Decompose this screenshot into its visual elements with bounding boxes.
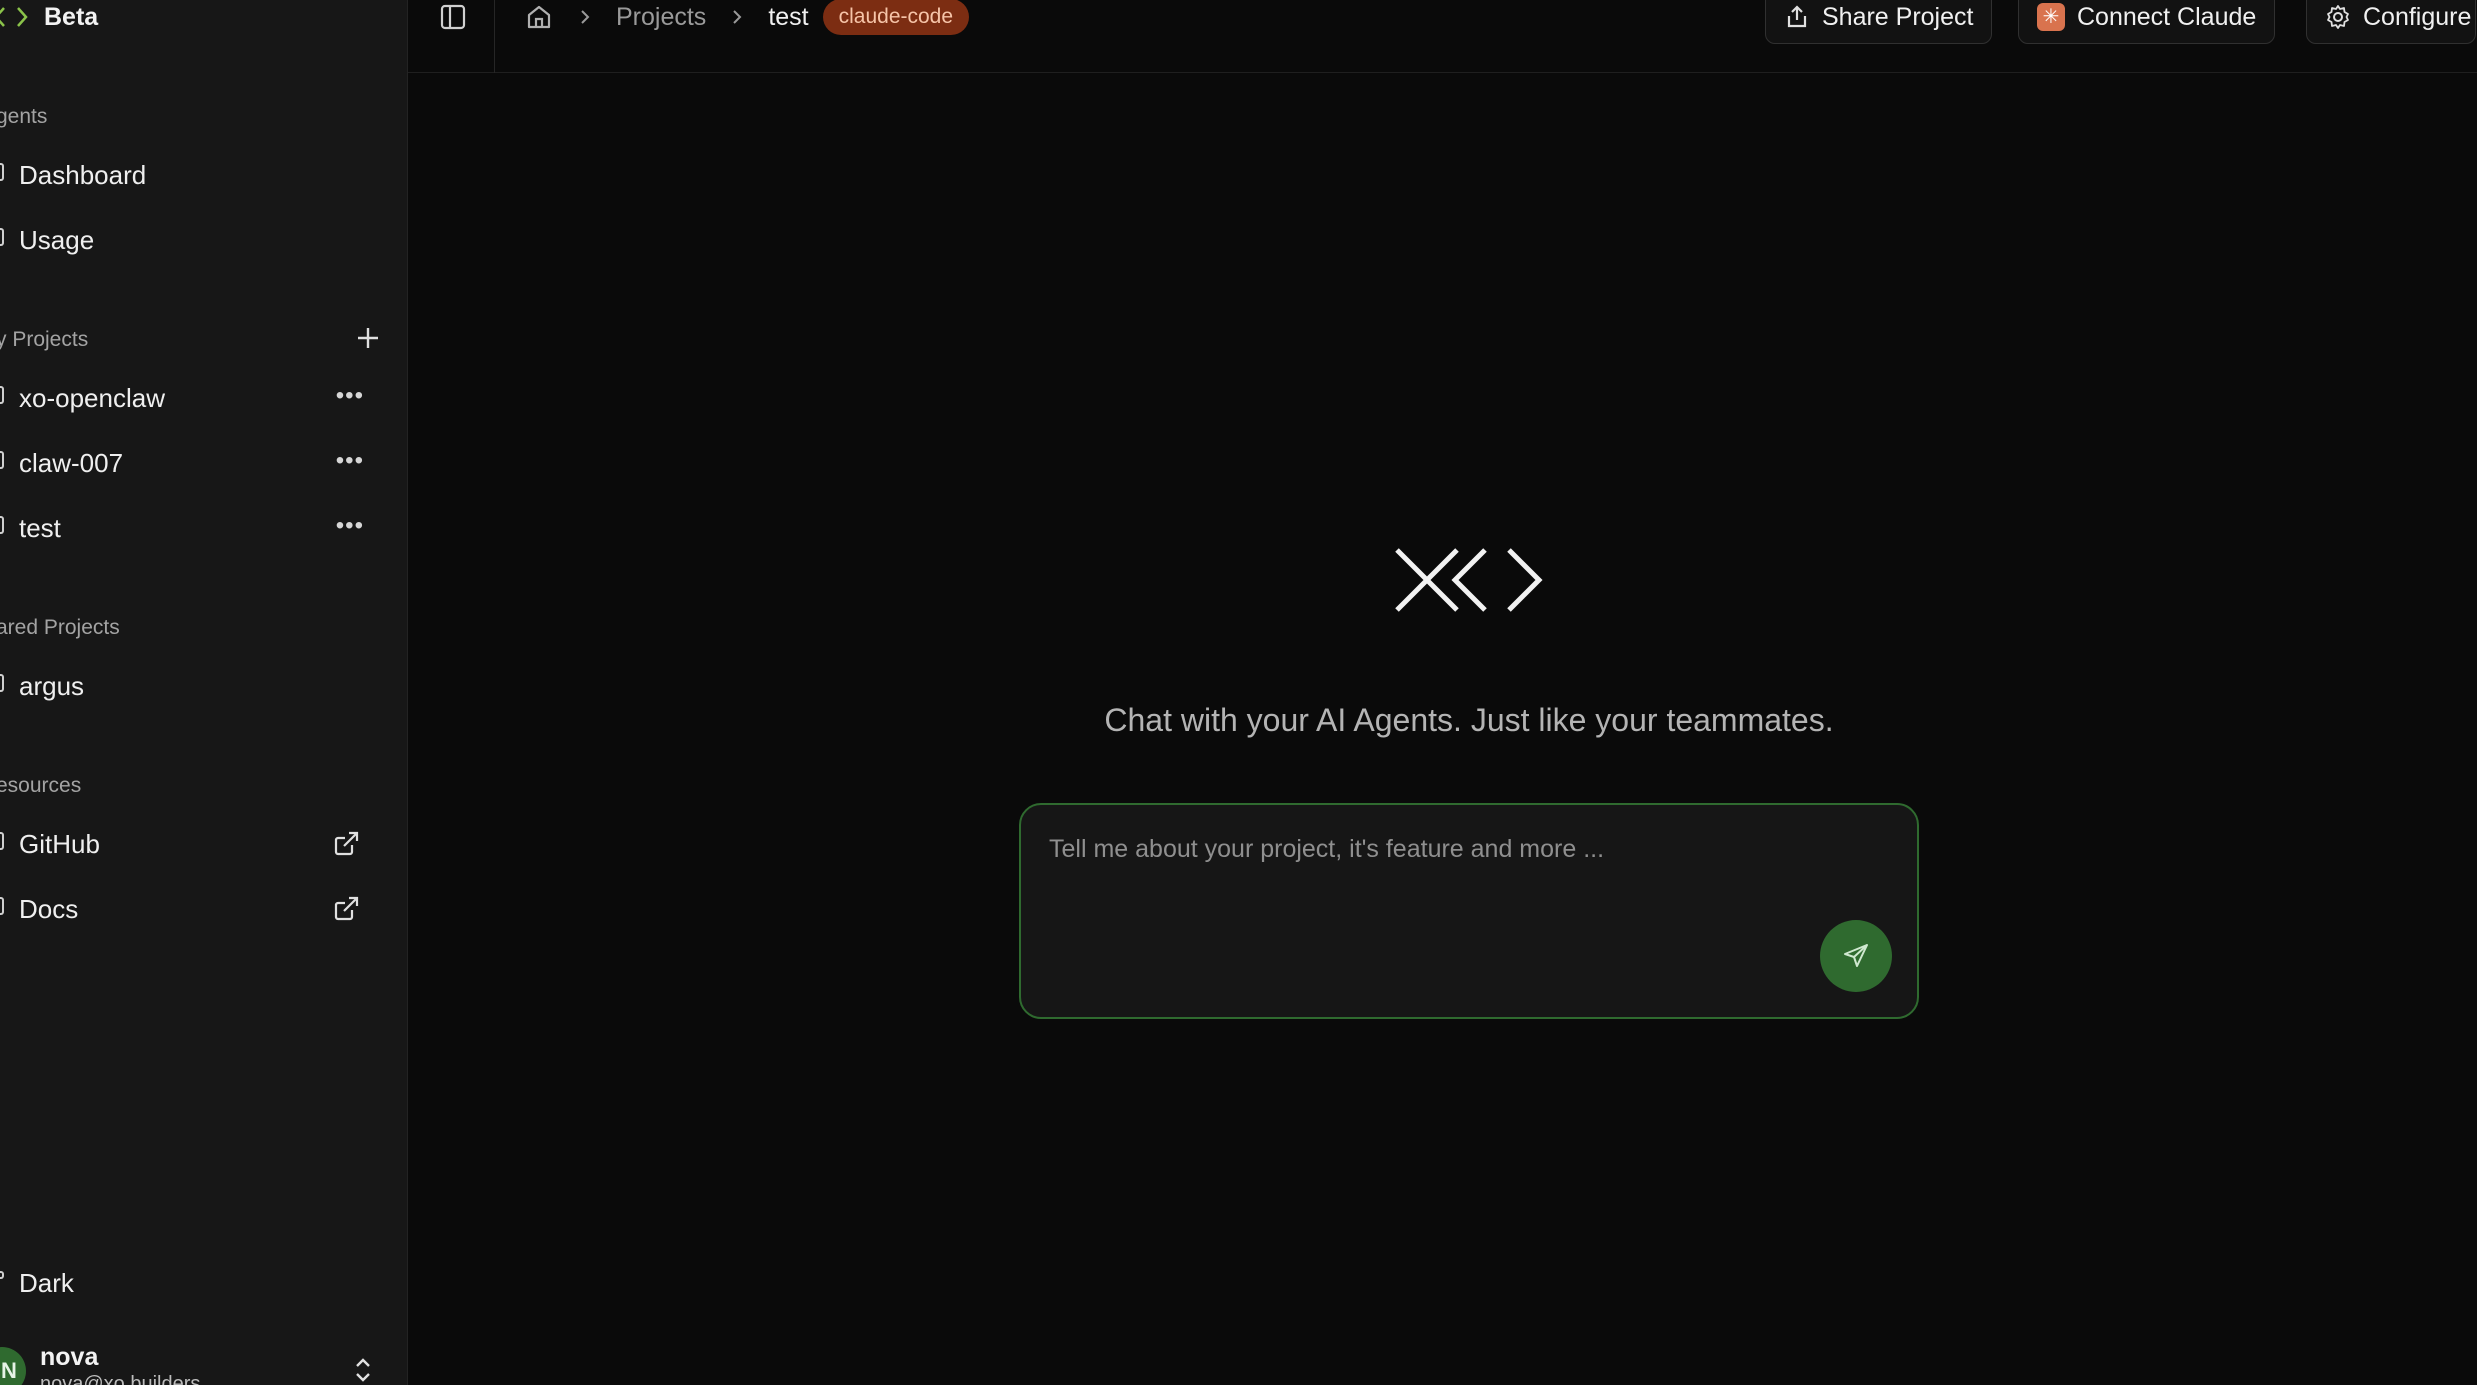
section-shared-projects: ared Projects — [0, 616, 120, 639]
sidebar-item-docs[interactable]: Docs — [0, 881, 390, 937]
theme-toggle[interactable]: Dark — [0, 1255, 390, 1311]
shared-project-icon — [0, 674, 4, 698]
project-icon — [0, 451, 4, 475]
agent-badge: claude-code — [822, 0, 970, 35]
connect-claude-label: Connect Claude — [2077, 2, 2257, 31]
logo-icon — [0, 7, 28, 27]
send-icon — [1844, 944, 1868, 967]
sidebar-toggle-icon[interactable] — [438, 2, 468, 32]
usage-icon — [0, 228, 4, 252]
section-my-projects: y Projects — [0, 328, 89, 351]
chevrons-up-down-icon — [356, 1358, 370, 1382]
breadcrumb: Projects test claude-code — [524, 0, 970, 35]
chat-composer — [1019, 803, 1919, 1019]
user-name: nova — [40, 1343, 99, 1371]
chevron-right-icon — [733, 10, 742, 24]
configure-label: Configure — [2363, 2, 2472, 31]
sidebar-item-label: Usage — [19, 224, 95, 255]
chat-input[interactable] — [1049, 835, 1829, 895]
breadcrumb-projects[interactable]: Projects — [616, 3, 706, 32]
sidebar-item-label: test — [19, 512, 61, 543]
sidebar-item-label: GitHub — [19, 828, 100, 859]
sidebar-item-claw-007[interactable]: claw-007 ••• — [0, 435, 390, 491]
project-icon — [0, 516, 4, 540]
user-menu[interactable]: N nova nova@xo.builders — [0, 1335, 400, 1385]
external-link-icon — [334, 896, 359, 921]
sidebar-item-label: xo-openclaw — [19, 382, 165, 413]
section-resources: esources — [0, 774, 82, 797]
sidebar-item-test[interactable]: test ••• — [0, 500, 390, 556]
connect-claude-button[interactable]: ✳ Connect Claude — [2018, 0, 2276, 44]
theme-label: Dark — [19, 1267, 74, 1298]
send-button[interactable] — [1820, 920, 1892, 992]
top-bar: Projects test claude-code Share Project … — [408, 0, 2477, 73]
moon-icon — [0, 1271, 4, 1295]
xo-logo-icon — [1395, 548, 1543, 612]
sidebar-item-github[interactable]: GitHub — [0, 816, 390, 872]
gear-icon — [2327, 5, 2349, 29]
add-project-icon[interactable] — [355, 325, 381, 351]
more-options-icon[interactable]: ••• — [336, 514, 364, 538]
brand[interactable]: Beta — [0, 0, 98, 34]
share-icon — [1787, 5, 1807, 28]
tagline: Chat with your AI Agents. Just like your… — [1104, 702, 1834, 738]
sidebar-item-label: claw-007 — [19, 447, 124, 478]
project-icon — [0, 386, 4, 410]
sidebar-item-usage[interactable]: Usage — [0, 212, 390, 268]
brand-label: Beta — [44, 2, 99, 31]
claude-icon: ✳ — [2037, 3, 2065, 31]
user-email: nova@xo.builders — [40, 1373, 201, 1385]
sidebar-item-dashboard[interactable]: Dashboard — [0, 147, 390, 203]
chevron-right-icon — [581, 10, 590, 24]
dashboard-icon — [0, 163, 4, 187]
divider — [494, 0, 495, 73]
sidebar-item-label: argus — [19, 670, 85, 701]
sidebar: Beta gents Dashboard Usage y Projects xo… — [0, 0, 408, 1385]
breadcrumb-current: test — [768, 2, 809, 31]
share-project-button[interactable]: Share Project — [1765, 0, 1993, 44]
section-agents: gents — [0, 105, 48, 128]
more-options-icon[interactable]: ••• — [336, 449, 364, 473]
avatar: N — [0, 1347, 26, 1385]
sidebar-item-label: Docs — [19, 893, 79, 924]
github-icon — [0, 832, 4, 856]
configure-button[interactable]: Configure — [2306, 0, 2477, 44]
sidebar-item-label: Dashboard — [19, 159, 147, 190]
external-link-icon — [334, 831, 359, 856]
share-project-label: Share Project — [1822, 2, 1974, 31]
sidebar-item-xo-openclaw[interactable]: xo-openclaw ••• — [0, 370, 390, 426]
more-options-icon[interactable]: ••• — [336, 384, 364, 408]
docs-icon — [0, 897, 4, 921]
home-icon[interactable] — [524, 2, 554, 32]
